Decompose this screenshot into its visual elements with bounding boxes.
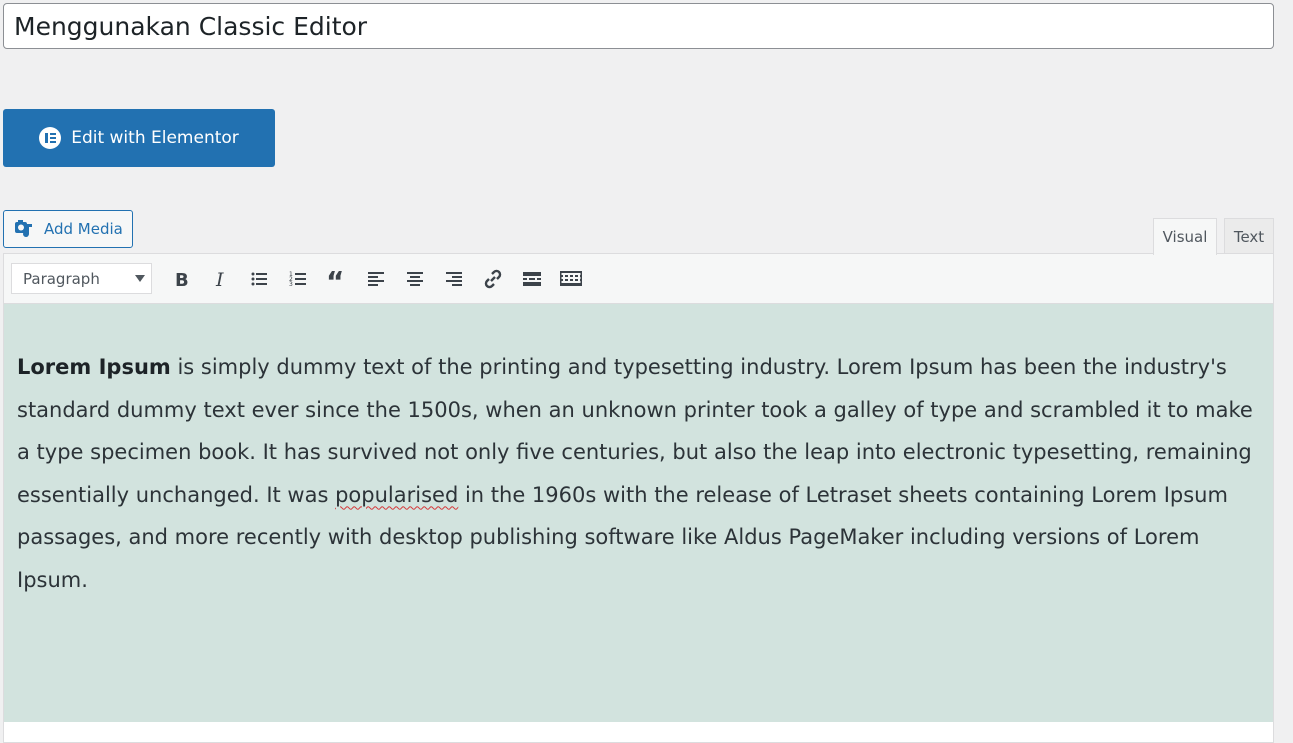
svg-text:B: B [175, 270, 189, 289]
tab-visual-label: Visual [1162, 228, 1208, 246]
post-title-input[interactable]: Menggunakan Classic Editor [3, 3, 1274, 49]
tab-text[interactable]: Text [1224, 218, 1274, 254]
toolbar-toggle-button[interactable] [551, 263, 590, 295]
tab-text-label: Text [1233, 227, 1265, 246]
align-right-button[interactable] [434, 263, 473, 295]
format-select[interactable]: Paragraph [11, 263, 152, 294]
numbered-list-button[interactable]: 1 2 3 [278, 263, 317, 295]
blockquote-button[interactable]: “ [317, 263, 356, 295]
align-center-button[interactable] [395, 263, 434, 295]
post-title-text: Menggunakan Classic Editor [14, 11, 368, 41]
align-center-icon [406, 271, 423, 286]
read-more-icon [522, 271, 541, 286]
add-media-icon [15, 220, 32, 238]
format-select-value: Paragraph [23, 269, 100, 288]
toolbar-toggle-icon [559, 270, 582, 286]
italic-icon: I [215, 269, 224, 289]
add-media-label: Add Media [44, 220, 123, 238]
bold-icon: B [175, 270, 189, 289]
svg-text:“: “ [326, 269, 344, 289]
classic-editor: Paragraph B I 1 2 3 “ Lorem Ipsum is sim… [3, 253, 1274, 743]
add-media-button[interactable]: Add Media [3, 210, 133, 248]
align-left-icon [367, 271, 384, 286]
edit-with-elementor-button[interactable]: Edit with Elementor [3, 109, 275, 167]
editor-content-area[interactable]: Lorem Ipsum is simply dummy text of the … [4, 304, 1273, 722]
link-icon [484, 269, 501, 288]
align-right-icon [445, 271, 462, 286]
bold-button[interactable]: B [161, 263, 200, 295]
svg-text:3: 3 [289, 281, 293, 288]
editor-toolbar: Paragraph B I 1 2 3 “ [4, 254, 1273, 304]
content-paragraph: Lorem Ipsum is simply dummy text of the … [17, 346, 1260, 601]
edit-with-elementor-label: Edit with Elementor [71, 128, 239, 148]
insert-link-button[interactable] [473, 263, 512, 295]
spelling-error-word[interactable]: popularised [335, 483, 458, 507]
blockquote-icon: “ [326, 269, 344, 289]
bullet-list-button[interactable] [239, 263, 278, 295]
chevron-down-icon [135, 275, 145, 282]
numbered-list-icon: 1 2 3 [289, 271, 306, 288]
svg-text:I: I [215, 269, 224, 289]
bold-lead-text: Lorem Ipsum [17, 355, 171, 379]
italic-button[interactable]: I [200, 263, 239, 295]
align-left-button[interactable] [356, 263, 395, 295]
read-more-button[interactable] [512, 263, 551, 295]
tab-visual[interactable]: Visual [1153, 218, 1217, 255]
bullet-list-icon [251, 272, 267, 285]
elementor-icon [39, 127, 62, 149]
